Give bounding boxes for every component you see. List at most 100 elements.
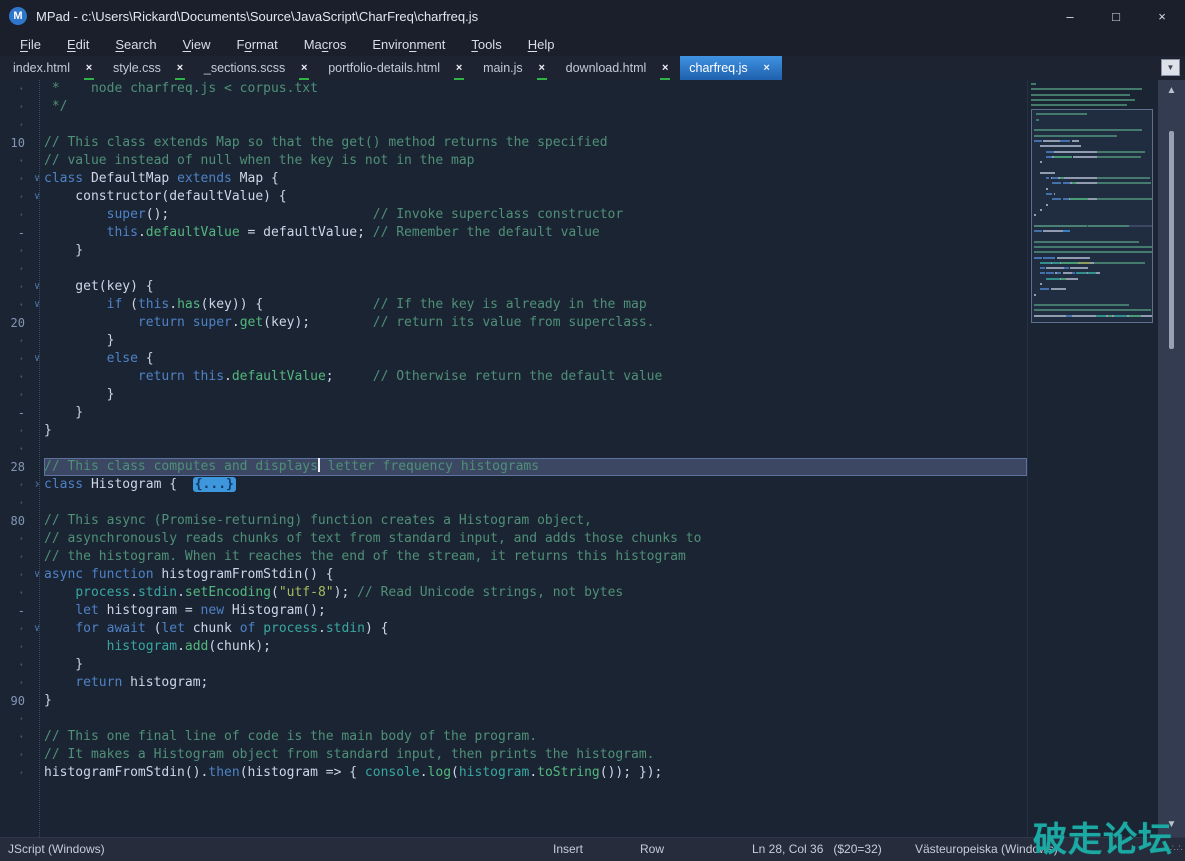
- code-text[interactable]: get(key) {: [44, 278, 1027, 296]
- fold-expanded-icon[interactable]: ∨: [30, 620, 44, 638]
- tab-label: style.css: [113, 61, 161, 75]
- menu-format[interactable]: Format: [224, 35, 291, 54]
- tab--sections-scss[interactable]: _sections.scss×: [195, 56, 319, 80]
- code-text[interactable]: }: [44, 692, 1027, 710]
- code-text[interactable]: return super.get(key); // return its val…: [44, 314, 1027, 332]
- code-text[interactable]: [44, 440, 1027, 458]
- status-insert-mode: Insert: [553, 842, 583, 856]
- code-text[interactable]: // the histogram. When it reaches the en…: [44, 548, 1027, 566]
- menu-search[interactable]: Search: [102, 35, 169, 54]
- token: [44, 369, 138, 384]
- tab-close-icon[interactable]: ×: [761, 62, 773, 74]
- line-number: ·: [0, 746, 30, 764]
- tab-style-css[interactable]: style.css ×: [104, 56, 195, 80]
- token: histogramFromStdin() {: [154, 567, 334, 582]
- code-text[interactable]: let histogram = new Histogram();: [44, 602, 1027, 620]
- code-text[interactable]: // asynchronously reads chunks of text f…: [44, 530, 1027, 548]
- minimap-line: [1034, 166, 1152, 168]
- tab-close-icon[interactable]: ×: [659, 62, 671, 74]
- code-text[interactable]: else {: [44, 350, 1027, 368]
- token: }: [44, 423, 52, 438]
- line-number: ·: [0, 332, 30, 350]
- minimize-button[interactable]: –: [1047, 0, 1093, 32]
- tab-index-html[interactable]: index.html×: [4, 56, 104, 80]
- code-text[interactable]: return this.defaultValue; // Otherwise r…: [44, 368, 1027, 386]
- code-text[interactable]: class DefaultMap extends Map {: [44, 170, 1027, 188]
- code-text[interactable]: // It makes a Histogram object from stan…: [44, 746, 1027, 764]
- code-text[interactable]: constructor(defaultValue) {: [44, 188, 1027, 206]
- menu-bar: FileEditSearchViewFormatMacrosEnvironmen…: [0, 32, 1185, 56]
- tab-main-js[interactable]: main.js×: [474, 56, 557, 80]
- menu-file[interactable]: File: [7, 35, 54, 54]
- fold-expanded-icon[interactable]: ∨: [30, 566, 44, 584]
- vertical-scrollbar[interactable]: ▲ ▼: [1158, 80, 1185, 837]
- code-text[interactable]: // This one final line of code is the ma…: [44, 728, 1027, 746]
- tab-close-icon[interactable]: ×: [453, 62, 465, 74]
- code-text[interactable]: */: [44, 98, 1027, 116]
- fold-gutter: [30, 242, 44, 260]
- fold-expanded-icon[interactable]: ∨: [30, 296, 44, 314]
- tab-download-html[interactable]: download.html×: [557, 56, 681, 80]
- code-text[interactable]: [44, 260, 1027, 278]
- code-text[interactable]: // This async (Promise-returning) functi…: [44, 512, 1027, 530]
- menu-view[interactable]: View: [170, 35, 224, 54]
- minimap-viewport[interactable]: [1031, 109, 1153, 323]
- tab-overflow-button[interactable]: ▼: [1161, 59, 1180, 76]
- code-text[interactable]: [44, 494, 1027, 512]
- fold-expanded-icon[interactable]: ∨: [30, 188, 44, 206]
- code-text[interactable]: super(); // Invoke superclass constructo…: [44, 206, 1027, 224]
- tab-close-icon[interactable]: ×: [174, 62, 186, 74]
- menu-edit[interactable]: Edit: [54, 35, 102, 54]
- fold-expanded-icon[interactable]: ∨: [30, 350, 44, 368]
- fold-gutter: [30, 764, 44, 782]
- code-text[interactable]: [44, 710, 1027, 728]
- code-text[interactable]: histogramFromStdin().then(histogram => {…: [44, 764, 1027, 782]
- code-text[interactable]: // This class computes and displays lett…: [44, 458, 1027, 476]
- code-text[interactable]: }: [44, 242, 1027, 260]
- tab-close-icon[interactable]: ×: [536, 62, 548, 74]
- line-number: 90: [0, 692, 30, 710]
- tab-close-icon[interactable]: ×: [83, 62, 95, 74]
- code-text[interactable]: * node charfreq.js < corpus.txt: [44, 80, 1027, 98]
- line-number: ·: [0, 728, 30, 746]
- menu-macros[interactable]: Macros: [291, 35, 360, 54]
- tab-portfolio-details-html[interactable]: portfolio-details.html×: [319, 56, 474, 80]
- close-button[interactable]: ×: [1139, 0, 1185, 32]
- code-text[interactable]: if (this.has(key)) { // If the key is al…: [44, 296, 1027, 314]
- code-text[interactable]: this.defaultValue = defaultValue; // Rem…: [44, 224, 1027, 242]
- minimap-line: [1034, 278, 1152, 280]
- code-text[interactable]: process.stdin.setEncoding("utf-8"); // R…: [44, 584, 1027, 602]
- menu-help[interactable]: Help: [515, 35, 568, 54]
- code-text[interactable]: // This class extends Map so that the ge…: [44, 134, 1027, 152]
- code-editor[interactable]: · * node charfreq.js < corpus.txt· */·10…: [0, 80, 1027, 837]
- fold-expanded-icon[interactable]: ∨: [30, 170, 44, 188]
- token: stdin: [138, 585, 177, 600]
- token: process: [263, 621, 318, 636]
- code-text[interactable]: for await (let chunk of process.stdin) {: [44, 620, 1027, 638]
- fold-collapsed-icon[interactable]: ›: [30, 476, 44, 494]
- code-line: · histogram.add(chunk);: [0, 638, 1027, 656]
- code-text[interactable]: async function histogramFromStdin() {: [44, 566, 1027, 584]
- token: constructor(defaultValue) {: [44, 189, 287, 204]
- code-text[interactable]: class Histogram { {...}: [44, 476, 1027, 494]
- tab-charfreq-js[interactable]: charfreq.js×: [680, 56, 781, 80]
- menu-tools[interactable]: Tools: [458, 35, 514, 54]
- code-text[interactable]: histogram.add(chunk);: [44, 638, 1027, 656]
- maximize-button[interactable]: □: [1093, 0, 1139, 32]
- folded-code-badge[interactable]: {...}: [193, 477, 236, 492]
- fold-expanded-icon[interactable]: ∨: [30, 278, 44, 296]
- code-text[interactable]: return histogram;: [44, 674, 1027, 692]
- code-text[interactable]: }: [44, 422, 1027, 440]
- code-text[interactable]: // value instead of null when the key is…: [44, 152, 1027, 170]
- code-text[interactable]: [44, 116, 1027, 134]
- menu-environment[interactable]: Environment: [359, 35, 458, 54]
- code-text[interactable]: }: [44, 656, 1027, 674]
- code-text[interactable]: }: [44, 386, 1027, 404]
- scroll-up-icon[interactable]: ▲: [1158, 85, 1185, 96]
- minimap[interactable]: [1027, 80, 1158, 837]
- token: then: [208, 765, 239, 780]
- tab-close-icon[interactable]: ×: [298, 62, 310, 74]
- scrollbar-thumb[interactable]: [1169, 131, 1174, 349]
- code-text[interactable]: }: [44, 404, 1027, 422]
- code-text[interactable]: }: [44, 332, 1027, 350]
